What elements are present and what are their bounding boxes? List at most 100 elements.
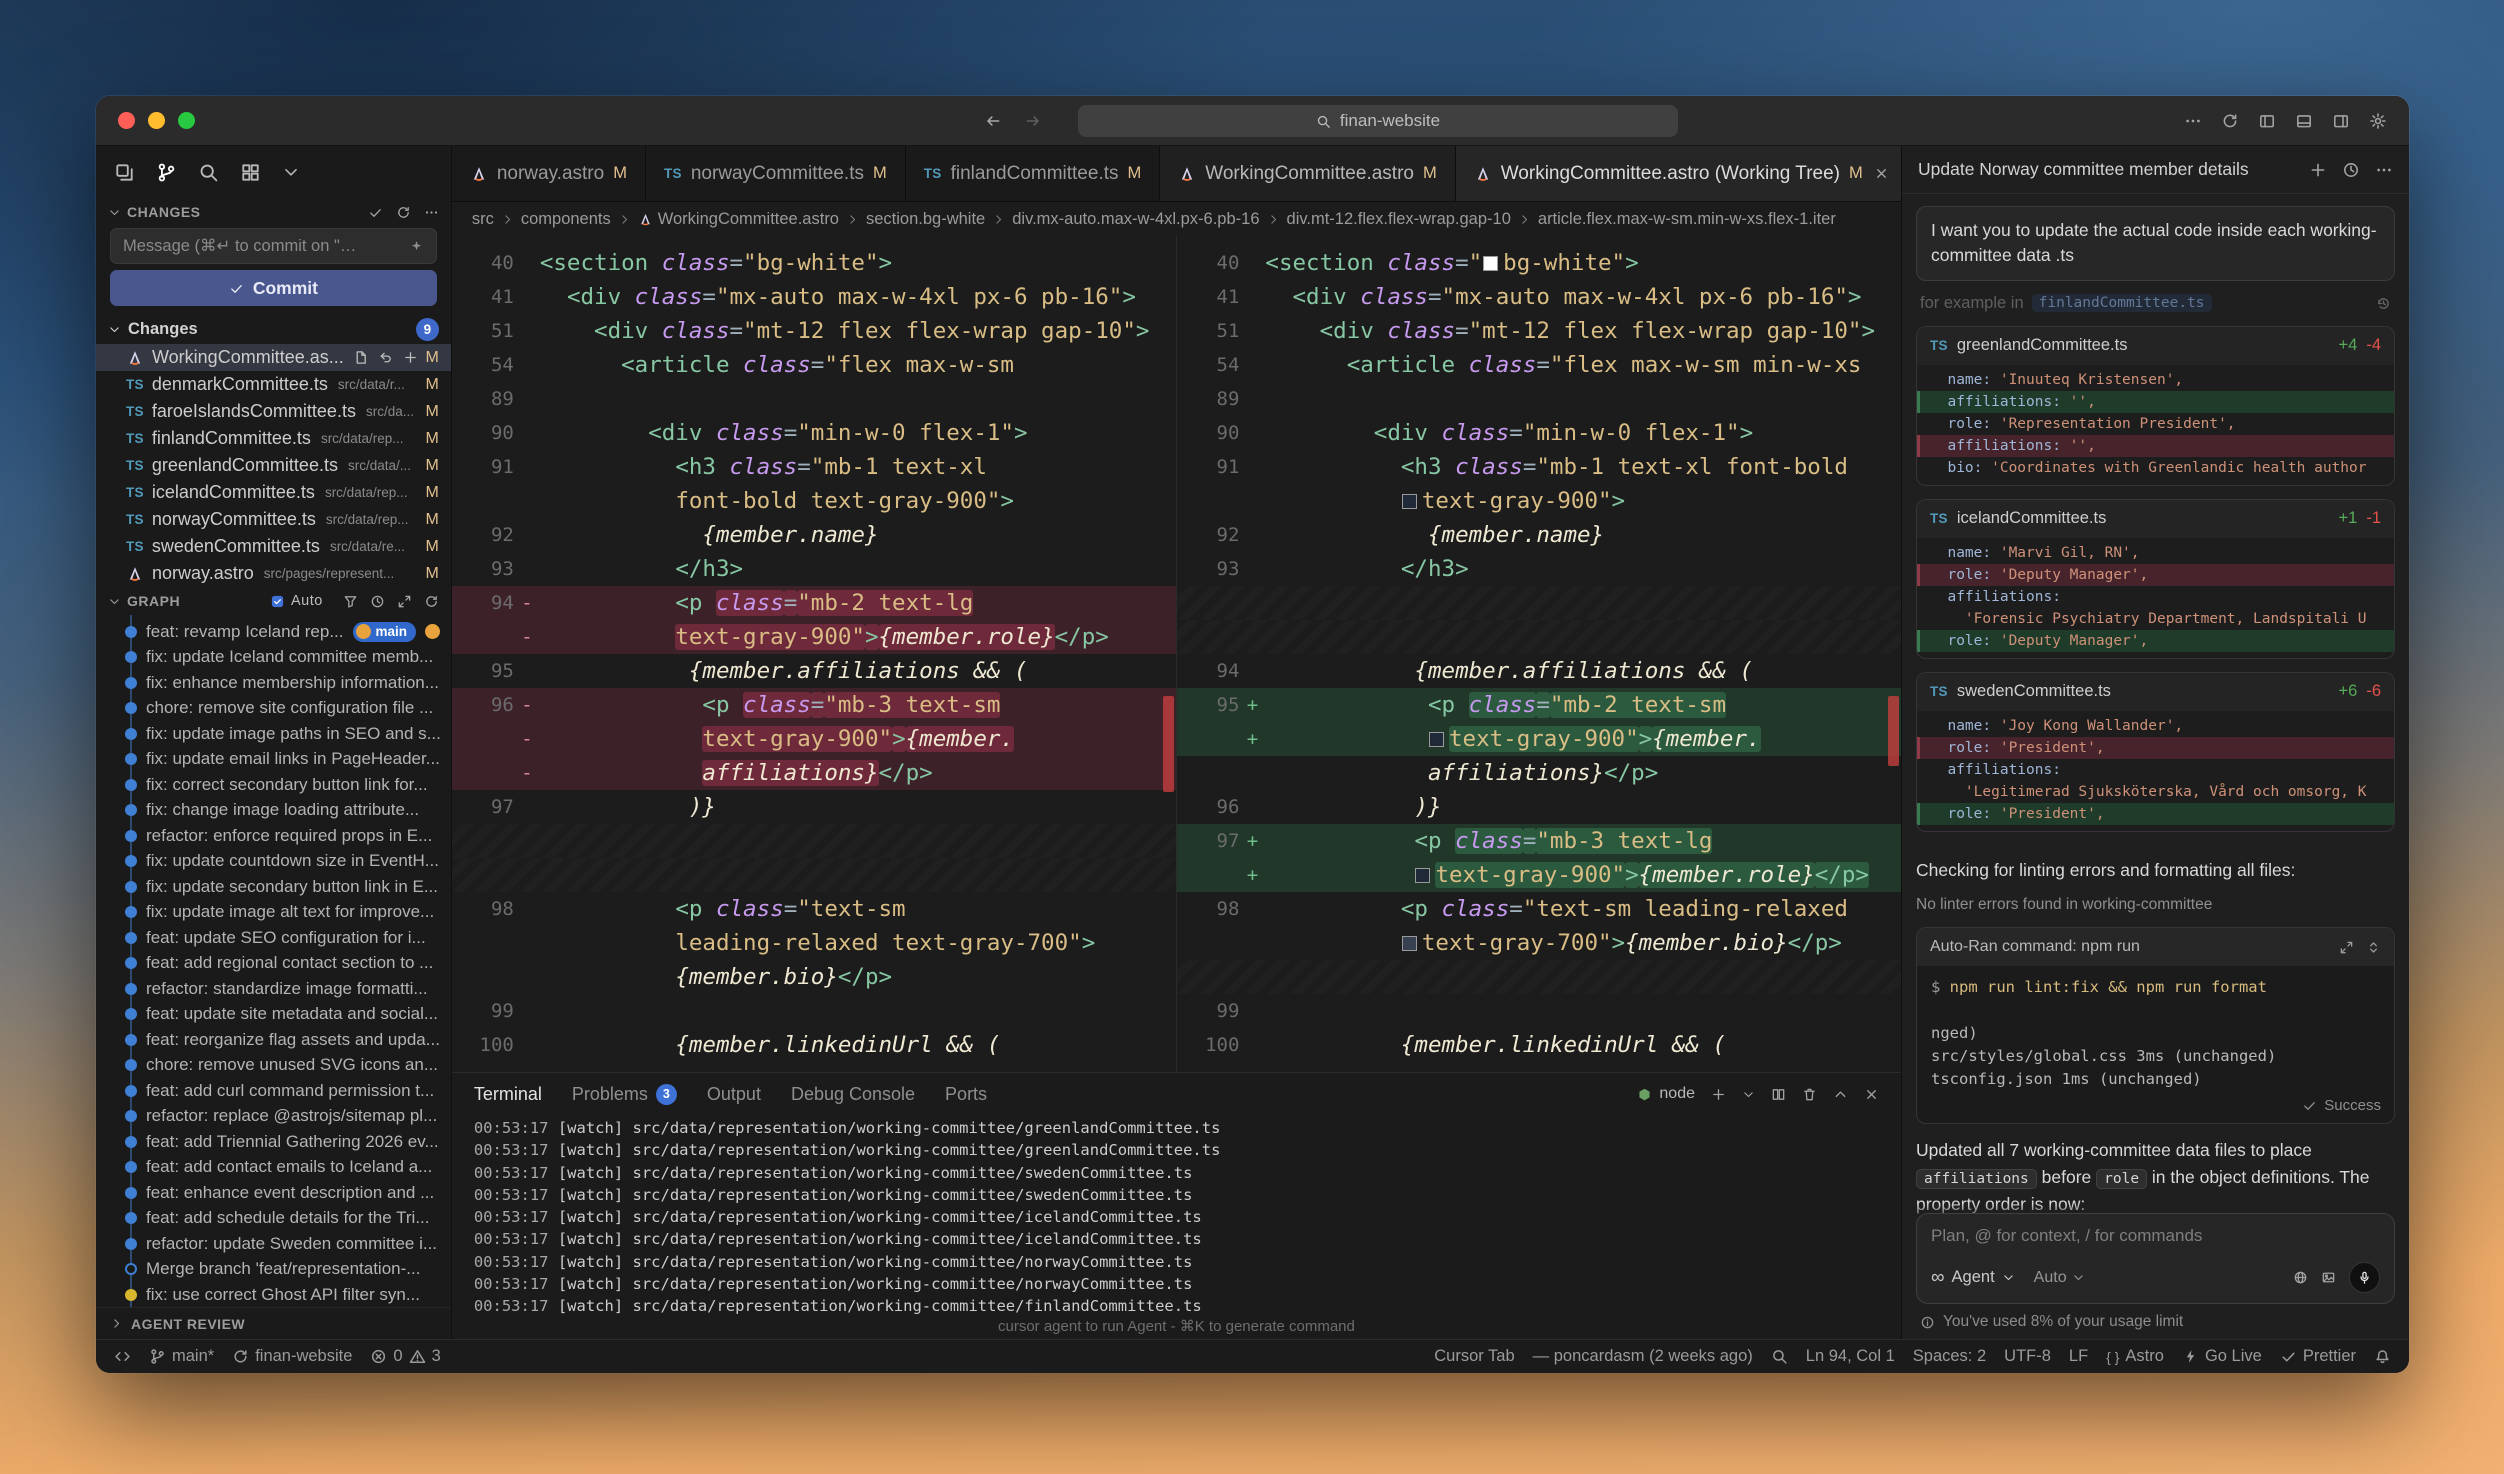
code-line[interactable]: 92 {member.name} bbox=[452, 518, 1177, 552]
prettier-indicator[interactable]: Prettier bbox=[2280, 1347, 2356, 1366]
refresh-scm-icon[interactable] bbox=[396, 205, 411, 220]
graph-auto-checkbox[interactable]: Auto bbox=[270, 593, 323, 609]
commit-item[interactable]: fix: update secondary button link in E..… bbox=[96, 874, 451, 900]
code-line[interactable]: 97 )} bbox=[452, 790, 1177, 824]
changed-file-item[interactable]: WorkingCommittee.as...M bbox=[96, 344, 451, 371]
language-indicator[interactable]: { }Astro bbox=[2106, 1347, 2164, 1366]
agent-review-section[interactable]: AGENT REVIEW bbox=[96, 1307, 451, 1339]
code-line[interactable]: font-bold text-gray-900"> bbox=[452, 484, 1177, 518]
code-line[interactable]: 93 </h3> bbox=[1177, 552, 1901, 586]
cursor-position[interactable]: Ln 94, Col 1 bbox=[1806, 1347, 1895, 1366]
code-line[interactable]: 90 <div class="min-w-0 flex-1"> bbox=[1177, 416, 1901, 450]
code-line[interactable]: 40<section class="bg-white"> bbox=[452, 246, 1177, 280]
breadcrumb-item[interactable]: article.flex.max-w-sm.min-w-xs.flex-1.it… bbox=[1538, 210, 1836, 229]
code-line[interactable]: + text-gray-900">{member. bbox=[1177, 722, 1901, 756]
collapse-terminal-icon[interactable] bbox=[2366, 940, 2381, 955]
voice-input-button[interactable] bbox=[2349, 1262, 2380, 1293]
commit-item[interactable]: feat: update site metadata and social... bbox=[96, 1002, 451, 1028]
chat-input[interactable]: Plan, @ for context, / for commands ∞ Ag… bbox=[1916, 1213, 2395, 1304]
commit-action-icon[interactable] bbox=[368, 205, 383, 220]
minimize-window-button[interactable] bbox=[148, 112, 165, 129]
notifications-bell[interactable] bbox=[2374, 1348, 2391, 1365]
code-line[interactable]: 89 bbox=[452, 382, 1177, 416]
code-line[interactable]: - text-gray-900">{member.role}</p> bbox=[452, 620, 1177, 654]
panel-tab[interactable]: Terminal bbox=[474, 1084, 542, 1105]
commit-item[interactable]: feat: add curl command permission t... bbox=[96, 1078, 451, 1104]
generate-commit-message-icon[interactable] bbox=[409, 239, 424, 254]
commit-item[interactable]: refactor: update Sweden committee i... bbox=[96, 1231, 451, 1257]
changed-file-item[interactable]: TSnorwayCommittee.tssrc/data/rep...M bbox=[96, 506, 451, 533]
branch-indicator[interactable]: main* bbox=[149, 1347, 214, 1366]
repo-indicator[interactable]: finan-website bbox=[232, 1347, 352, 1366]
code-line[interactable]: 94 {member.affiliations && ( bbox=[1177, 654, 1901, 688]
commit-message-input[interactable]: Message (⌘↵ to commit on "… bbox=[110, 228, 437, 264]
commit-button[interactable]: Commit bbox=[110, 270, 437, 306]
code-line[interactable]: 40<section class="bg-white"> bbox=[1177, 246, 1901, 280]
commit-item[interactable]: fix: correct secondary button link for..… bbox=[96, 772, 451, 798]
toggle-sidebar-button[interactable] bbox=[2258, 112, 2276, 130]
file-diff-card[interactable]: TSicelandCommittee.ts+1-1 name: 'Marvi G… bbox=[1916, 499, 2395, 659]
code-line[interactable]: 91 <h3 class="mb-1 text-xl font-bold bbox=[1177, 450, 1901, 484]
graph-section-header[interactable]: GRAPH Auto bbox=[96, 587, 451, 615]
code-line[interactable]: 100 {member.linkedinUrl && ( bbox=[1177, 1028, 1901, 1062]
changes-section-header[interactable]: CHANGES bbox=[96, 198, 451, 226]
toggle-secondary-sidebar-button[interactable] bbox=[2332, 112, 2350, 130]
close-tab-icon[interactable] bbox=[1874, 166, 1889, 181]
panel-tab[interactable]: Problems3 bbox=[572, 1084, 677, 1105]
code-line[interactable]: + text-gray-900">{member.role}</p> bbox=[1177, 858, 1901, 892]
commit-item[interactable]: fix: update Iceland committee memb... bbox=[96, 645, 451, 671]
zoom-indicator[interactable] bbox=[1771, 1348, 1788, 1365]
graph-refresh-icon[interactable] bbox=[424, 594, 439, 609]
eol-indicator[interactable]: LF bbox=[2069, 1347, 2088, 1366]
code-line[interactable]: 97+ <p class="mb-3 text-lg bbox=[1177, 824, 1901, 858]
terminal-output[interactable]: 00:53:17 [watch] src/data/representation… bbox=[452, 1115, 1901, 1339]
scm-more-icon[interactable] bbox=[424, 205, 439, 220]
commit-item[interactable]: feat: add Triennial Gathering 2026 ev... bbox=[96, 1129, 451, 1155]
editor-tab[interactable]: WorkingCommittee.astro (Working Tree)M bbox=[1456, 146, 1908, 201]
code-line[interactable]: 95 {member.affiliations && ( bbox=[452, 654, 1177, 688]
web-search-icon[interactable] bbox=[2293, 1270, 2308, 1285]
commit-item[interactable]: feat: update SEO configuration for i... bbox=[96, 925, 451, 951]
agent-mode-selector[interactable]: ∞ Agent bbox=[1931, 1268, 2015, 1287]
file-diff-card[interactable]: TSswedenCommittee.ts+6-6 name: 'Joy Kong… bbox=[1916, 672, 2395, 832]
code-line[interactable]: 90 <div class="min-w-0 flex-1"> bbox=[452, 416, 1177, 450]
code-line[interactable]: 41 <div class="mx-auto max-w-4xl px-6 pb… bbox=[452, 280, 1177, 314]
code-line[interactable]: 98 <p class="text-sm bbox=[452, 892, 1177, 926]
commit-item[interactable]: refactor: enforce required props in E... bbox=[96, 823, 451, 849]
code-line[interactable]: text-gray-900"> bbox=[1177, 484, 1901, 518]
commit-item[interactable]: refactor: standardize image formatti... bbox=[96, 976, 451, 1002]
file-chip[interactable]: finlandCommittee.ts bbox=[2032, 294, 2212, 312]
commit-item[interactable]: feat: add contact emails to Iceland a... bbox=[96, 1155, 451, 1181]
chat-more-icon[interactable] bbox=[2375, 161, 2393, 179]
more-actions-button[interactable] bbox=[2184, 112, 2202, 130]
changes-tree-header[interactable]: Changes 9 bbox=[96, 314, 451, 344]
editor-tab[interactable]: norway.astroM bbox=[452, 146, 646, 201]
settings-button[interactable] bbox=[2369, 112, 2387, 130]
code-line[interactable]: 96- <p class="mb-3 text-sm bbox=[452, 688, 1177, 722]
code-line[interactable]: affiliations}</p> bbox=[1177, 756, 1901, 790]
extensions-button[interactable] bbox=[240, 162, 261, 183]
commit-item[interactable]: fix: change image loading attribute... bbox=[96, 798, 451, 824]
breadcrumb-item[interactable]: components bbox=[521, 210, 611, 229]
changed-file-item[interactable]: norway.astrosrc/pages/represent...M bbox=[96, 560, 451, 587]
encoding-indicator[interactable]: UTF-8 bbox=[2004, 1347, 2051, 1366]
source-control-button[interactable] bbox=[156, 162, 177, 183]
attach-image-icon[interactable] bbox=[2321, 1270, 2336, 1285]
commit-item[interactable]: feat: reorganize flag assets and upda... bbox=[96, 1027, 451, 1053]
breadcrumb-item[interactable]: WorkingCommittee.astro bbox=[638, 210, 839, 229]
code-line[interactable]: 54 <article class="flex max-w-sm min-w-x… bbox=[1177, 348, 1901, 382]
panel-tab[interactable]: Debug Console bbox=[791, 1084, 915, 1105]
code-line[interactable]: - affiliations}</p> bbox=[452, 756, 1177, 790]
breadcrumb-item[interactable]: section.bg-white bbox=[866, 210, 985, 229]
commit-item[interactable]: fix: update image alt text for improve..… bbox=[96, 900, 451, 926]
commit-item[interactable]: chore: remove unused SVG icons an... bbox=[96, 1053, 451, 1079]
changed-file-item[interactable]: TSfaroeIslandsCommittee.tssrc/da...M bbox=[96, 398, 451, 425]
commit-item[interactable]: Merge branch 'feat/representation-... bbox=[96, 1257, 451, 1283]
zoom-window-button[interactable] bbox=[178, 112, 195, 129]
back-button[interactable] bbox=[984, 112, 1002, 130]
commit-item[interactable]: chore: remove site configuration file ..… bbox=[96, 696, 451, 722]
code-line[interactable]: {member.bio}</p> bbox=[452, 960, 1177, 994]
code-line[interactable]: 96 )} bbox=[1177, 790, 1901, 824]
changed-file-item[interactable]: TSswedenCommittee.tssrc/data/re...M bbox=[96, 533, 451, 560]
panel-tab[interactable]: Output bbox=[707, 1084, 761, 1105]
